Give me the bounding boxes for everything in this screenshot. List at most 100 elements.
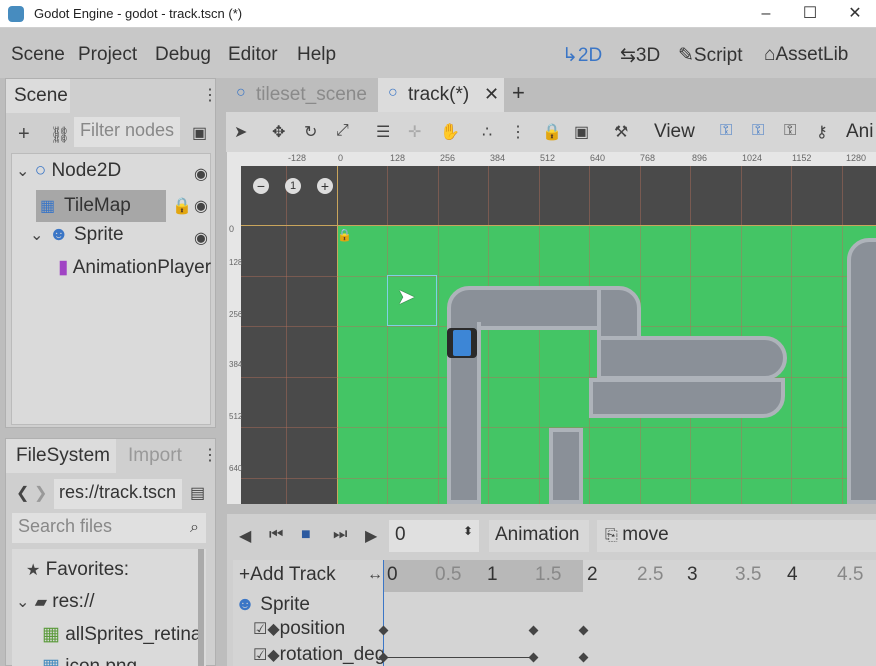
zoom-out-icon[interactable]: −: [253, 178, 269, 194]
ruler-tick: 896: [692, 153, 708, 163]
filter-nodes-input[interactable]: Filter nodes: [74, 117, 180, 147]
animation-menu[interactable]: Animation: [489, 520, 589, 552]
file-item[interactable]: ▦ allSprites_retina: [42, 623, 201, 646]
canvas-viewport[interactable]: -128 0 128 256 384 512 640 768 896 1024 …: [227, 152, 876, 504]
tab-tileset-scene[interactable]: ○ tileset_scene: [226, 78, 376, 112]
menu-help[interactable]: Help: [297, 44, 336, 66]
menu-scene[interactable]: Scene: [11, 44, 65, 66]
tree-node-sprite[interactable]: ⌄ ☻ Sprite: [30, 224, 124, 246]
add-tab-icon[interactable]: +: [512, 80, 525, 106]
select-tool-icon[interactable]: ➤: [234, 122, 247, 142]
grid-line: [488, 166, 489, 504]
scene-dock-menu-icon[interactable]: ⋮: [202, 85, 218, 105]
filesystem-tab[interactable]: FileSystem: [6, 439, 116, 473]
favorites-item[interactable]: ★ Favorites:: [26, 559, 129, 581]
forward-icon[interactable]: ❯: [34, 483, 47, 503]
lock-icon[interactable]: 🔒: [542, 122, 562, 142]
mode-assetlib-button[interactable]: ⌂AssetLib: [764, 44, 848, 66]
link-icon[interactable]: ⛓: [50, 125, 70, 145]
time-field[interactable]: 0 ⬍: [389, 520, 479, 552]
track-group-sprite[interactable]: ☻ Sprite: [235, 594, 310, 616]
file-item[interactable]: ▦ icon.png: [42, 655, 137, 666]
import-tab[interactable]: Import: [128, 445, 182, 467]
play-backwards-start-icon[interactable]: ⏮: [269, 526, 283, 544]
title-bar: Godot Engine - godot - track.tscn (*) – …: [0, 0, 876, 28]
menu-debug[interactable]: Debug: [155, 44, 211, 66]
close-tab-icon[interactable]: ✕: [484, 84, 499, 105]
checkbox-checked-icon[interactable]: ☑: [253, 647, 267, 664]
tree-node-tilemap[interactable]: ▦ TileMap: [36, 190, 166, 222]
key-insert-icon[interactable]: ⚷: [816, 122, 828, 142]
pivot-icon[interactable]: ✛: [408, 122, 421, 142]
keyframe[interactable]: [378, 625, 389, 636]
play-start-icon[interactable]: ⏭: [333, 526, 347, 544]
timeline-label: 4.5: [837, 564, 864, 585]
visibility-icon[interactable]: ◉: [194, 196, 208, 216]
mode-3d-button[interactable]: ⇆3D: [620, 44, 660, 67]
list-select-icon[interactable]: ☰: [376, 122, 390, 142]
zoom-reset-icon[interactable]: 1: [285, 178, 301, 194]
add-node-icon[interactable]: +: [18, 123, 30, 146]
keyframe[interactable]: [578, 652, 589, 663]
fit-timeline-icon[interactable]: ↔: [367, 566, 383, 584]
path-field[interactable]: res://track.tscn: [54, 479, 182, 509]
tree-node-node2d[interactable]: ⌄ ○ Node2D: [16, 160, 121, 182]
checkbox-checked-icon[interactable]: ☑: [253, 621, 267, 638]
move-tool-icon[interactable]: ✥: [272, 122, 285, 142]
maximize-icon[interactable]: ☐: [798, 2, 822, 26]
zoom-in-icon[interactable]: +: [317, 178, 333, 194]
key-rotation-icon[interactable]: ⚿: [752, 122, 764, 140]
scrollbar[interactable]: [198, 549, 204, 666]
tab-track[interactable]: ○ track(*) ✕: [378, 78, 504, 112]
car-sprite[interactable]: [447, 328, 477, 358]
close-icon[interactable]: ✕: [843, 2, 867, 26]
snap-menu-icon[interactable]: ⋮: [510, 122, 526, 142]
add-track-button[interactable]: +Add Track: [239, 564, 336, 586]
animation-select[interactable]: ⎘ move: [597, 520, 876, 552]
res-folder-item[interactable]: ⌄ ▰ res://: [16, 591, 95, 613]
track-editor: +Add Track ↔ 0 0.5 1 1.5 2 2.5 3 3.5 4 4…: [233, 560, 876, 666]
file-tree: ★ Favorites: ⌄ ▰ res:// ▦ allSprites_ret…: [12, 549, 206, 666]
filesystem-menu-icon[interactable]: ⋮: [202, 445, 218, 465]
menu-editor[interactable]: Editor: [228, 44, 278, 66]
keyframe[interactable]: [528, 625, 539, 636]
back-icon[interactable]: ❮: [16, 483, 29, 503]
spinner-icon[interactable]: ⬍: [463, 524, 473, 538]
mode-script-button[interactable]: ✎Script: [678, 44, 743, 67]
search-files-input[interactable]: Search files: [12, 513, 206, 543]
chevron-down-icon: ⌄: [30, 227, 44, 244]
scene-tab[interactable]: Scene: [6, 79, 70, 113]
stop-icon[interactable]: ■: [301, 526, 311, 544]
lock-icon[interactable]: 🔒: [172, 196, 192, 216]
view-menu[interactable]: View: [654, 121, 695, 143]
visibility-icon[interactable]: ◉: [194, 164, 208, 184]
menu-project[interactable]: Project: [78, 44, 137, 66]
animation-key-menu[interactable]: Ani: [846, 121, 873, 143]
instance-scene-icon[interactable]: ▣: [192, 123, 207, 143]
key-position-icon[interactable]: ⚿: [720, 122, 732, 140]
tree-node-animationplayer[interactable]: ▮ AnimationPlayer: [58, 256, 211, 279]
keyframe[interactable]: [578, 625, 589, 636]
play-backwards-icon[interactable]: ◀: [239, 526, 251, 546]
track-position[interactable]: ☑◆position: [253, 618, 373, 644]
rotate-tool-icon[interactable]: ↻: [304, 122, 317, 142]
playhead[interactable]: [383, 560, 384, 666]
scale-tool-icon[interactable]: ⤢: [336, 122, 349, 140]
ruler-tick: 1152: [792, 153, 812, 163]
canvas-toolbar: ➤ ✥ ↻ ⤢ ☰ ✛ ✋ ∴ ⋮ 🔒 ▣ ⚒ View ⚿ ⚿ ⚿ ⚷ Ani: [226, 112, 876, 152]
pan-tool-icon[interactable]: ✋: [440, 122, 460, 142]
split-view-icon[interactable]: ▤: [190, 483, 205, 503]
search-icon[interactable]: ⌕: [190, 519, 199, 537]
minimize-icon[interactable]: –: [754, 2, 778, 26]
keyframe[interactable]: [528, 652, 539, 663]
play-icon[interactable]: ▶: [365, 526, 377, 546]
track-rotation[interactable]: ☑◆rotation_degrees: [253, 644, 383, 666]
mode-2d-button[interactable]: ↳2D: [562, 44, 602, 67]
ruler-tick: 640: [229, 464, 243, 473]
window-title: Godot Engine - godot - track.tscn (*): [34, 6, 243, 21]
skeleton-icon[interactable]: ⚒: [614, 122, 628, 142]
snap-icon[interactable]: ∴: [482, 122, 492, 142]
visibility-icon[interactable]: ◉: [194, 228, 208, 248]
key-scale-icon[interactable]: ⚿: [784, 122, 796, 140]
group-icon[interactable]: ▣: [574, 122, 589, 142]
